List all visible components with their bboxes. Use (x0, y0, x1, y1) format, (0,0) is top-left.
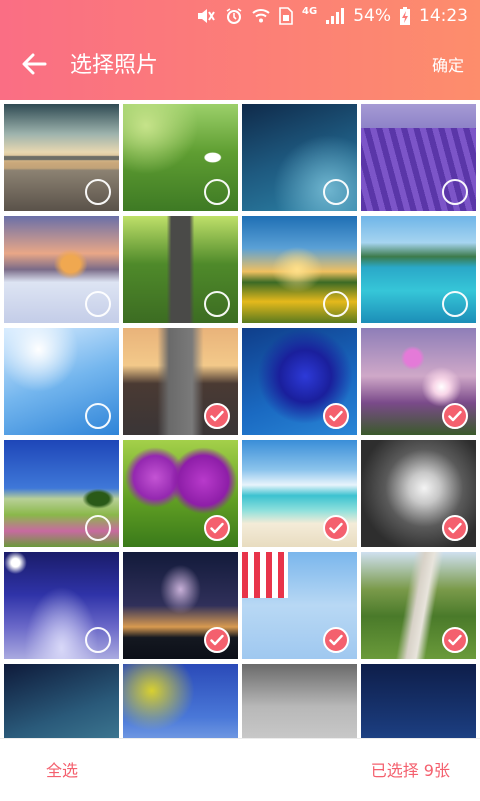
signal-icon (326, 8, 345, 24)
selected-count-button[interactable]: 已选择 9张 (371, 759, 450, 783)
select-toggle[interactable] (204, 515, 230, 541)
photo-tile[interactable] (123, 664, 238, 738)
photo-tile[interactable] (361, 440, 476, 547)
photo-foggy-tree (242, 664, 357, 738)
select-toggle[interactable] (85, 515, 111, 541)
page-title: 选择照片 (70, 53, 159, 78)
photo-tile[interactable] (242, 216, 357, 323)
sim-card-icon (279, 7, 293, 25)
photo-tile[interactable] (4, 552, 119, 659)
photo-yellow-tree-sky (123, 664, 238, 738)
select-toggle[interactable] (85, 627, 111, 653)
photo-tile[interactable] (361, 664, 476, 738)
photo-tile[interactable] (361, 104, 476, 211)
status-icons: 4G 54% 14:23 (196, 4, 468, 28)
select-toggle[interactable] (442, 291, 468, 317)
photo-tile[interactable] (123, 328, 238, 435)
check-icon (329, 522, 343, 534)
select-toggle[interactable] (323, 403, 349, 429)
select-toggle[interactable] (323, 515, 349, 541)
battery-percent: 54% (353, 6, 391, 26)
photo-tile[interactable] (4, 328, 119, 435)
select-toggle[interactable] (442, 403, 468, 429)
arrow-left-icon (21, 53, 47, 79)
check-icon (448, 522, 462, 534)
photo-tile[interactable] (4, 216, 119, 323)
select-toggle[interactable] (85, 179, 111, 205)
select-all-button[interactable]: 全选 (46, 759, 78, 783)
photo-tile[interactable] (123, 216, 238, 323)
photo-tile[interactable] (123, 104, 238, 211)
photo-tile[interactable] (4, 104, 119, 211)
photo-starry-sky (4, 664, 119, 738)
photo-blue-night (361, 664, 476, 738)
check-icon (448, 634, 462, 646)
select-toggle[interactable] (323, 291, 349, 317)
select-toggle[interactable] (204, 291, 230, 317)
network-type: 4G (302, 5, 318, 17)
check-icon (210, 634, 224, 646)
select-toggle[interactable] (442, 627, 468, 653)
photo-tile[interactable] (361, 552, 476, 659)
status-bar: 4G 54% 14:23 (0, 0, 480, 32)
photo-tile[interactable] (242, 440, 357, 547)
photo-tile[interactable] (123, 552, 238, 659)
photo-tile[interactable] (242, 664, 357, 738)
select-toggle[interactable] (204, 179, 230, 205)
bottom-bar: 全选 已选择 9张 (0, 738, 480, 801)
photo-tile[interactable] (242, 328, 357, 435)
check-icon (448, 410, 462, 422)
check-icon (329, 634, 343, 646)
select-toggle[interactable] (442, 515, 468, 541)
select-toggle[interactable] (204, 403, 230, 429)
select-toggle[interactable] (204, 627, 230, 653)
photo-tile[interactable] (123, 440, 238, 547)
photo-tile[interactable] (361, 216, 476, 323)
photo-tile[interactable] (242, 552, 357, 659)
select-toggle[interactable] (442, 179, 468, 205)
back-button[interactable] (14, 48, 54, 84)
select-toggle[interactable] (85, 403, 111, 429)
photo-tile[interactable] (4, 440, 119, 547)
check-icon (210, 522, 224, 534)
clock: 14:23 (419, 6, 468, 26)
alarm-icon (225, 7, 243, 25)
check-icon (329, 410, 343, 422)
select-toggle[interactable] (85, 291, 111, 317)
photo-tile[interactable] (4, 664, 119, 738)
photo-tile[interactable] (361, 328, 476, 435)
select-toggle[interactable] (323, 627, 349, 653)
photo-lavender-sky (361, 104, 476, 128)
photo-tile[interactable] (242, 104, 357, 211)
mute-icon (196, 7, 216, 25)
select-toggle[interactable] (323, 179, 349, 205)
wifi-icon (252, 8, 270, 24)
check-icon (210, 410, 224, 422)
photo-grid (0, 100, 480, 738)
confirm-button[interactable]: 确定 (432, 54, 464, 78)
battery-charging-icon (400, 7, 410, 25)
